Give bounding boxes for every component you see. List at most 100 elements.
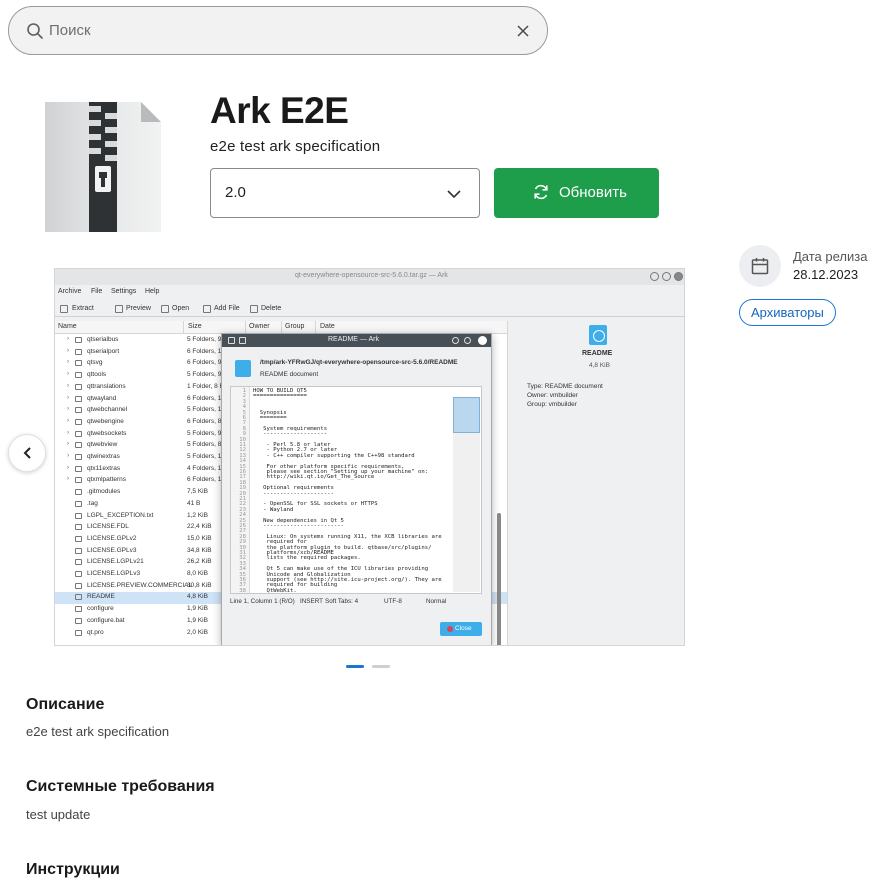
toolbar-add-file: Add File	[214, 305, 240, 312]
row-size: 30,8 KiB	[187, 581, 212, 589]
screenshot-slide: qt-everywhere-opensource-src-5.6.0.tar.g…	[54, 268, 685, 646]
folder-icon	[75, 337, 82, 343]
row-name: .tag	[87, 499, 98, 507]
file-icon	[75, 582, 82, 589]
details-name: README	[582, 350, 613, 357]
menu-archive: Archive	[58, 288, 82, 295]
minimize-icon	[452, 337, 459, 344]
row-name: qtwinextras	[87, 453, 120, 460]
info-icon	[235, 360, 251, 377]
row-name: qttools	[87, 371, 107, 379]
readme-line: ========	[253, 415, 287, 421]
row-size: 4 Folders, 10	[187, 464, 225, 472]
folder-icon	[75, 442, 82, 449]
folder-icon	[75, 360, 82, 367]
file-icon	[75, 594, 82, 601]
row-name: qtwebchannel	[87, 406, 128, 414]
column-group: Group	[285, 323, 305, 330]
row-size: 5 Folders, 11	[187, 406, 225, 414]
carousel-prev-button[interactable]	[8, 434, 46, 472]
search-bar[interactable]: Поиск	[8, 6, 548, 55]
file-icon	[75, 535, 82, 542]
row-size: 7,5 KiB	[187, 488, 208, 496]
row-name: LICENSE.LGPLv3	[87, 570, 141, 577]
row-name: qtsvg	[87, 359, 103, 367]
chevron-right-icon: ›	[67, 393, 70, 401]
chevron-right-icon: ›	[67, 405, 70, 413]
calendar-icon	[751, 258, 769, 275]
row-size: 15,0 KiB	[187, 534, 212, 542]
maximize-icon	[662, 272, 671, 281]
file-icon	[75, 489, 82, 496]
readme-line: lists the required packages.	[253, 555, 361, 562]
row-size: 2,0 KiB	[187, 628, 208, 636]
update-button[interactable]: Обновить	[494, 168, 659, 218]
row-size: 5 Folders, 9	[187, 371, 222, 379]
readme-line: http://wiki.qt.io/Get_The_Source	[253, 474, 375, 481]
refresh-icon	[534, 184, 548, 200]
info-icon	[589, 325, 607, 345]
row-size: 26,2 KiB	[187, 558, 212, 566]
update-button-label: Обновить	[559, 184, 627, 201]
row-size: 22,4 KiB	[187, 523, 212, 531]
toolbar: Extract Preview Open Add File Delete	[55, 300, 684, 317]
maximize-icon	[464, 337, 471, 344]
carousel-dot-2[interactable]	[372, 665, 390, 668]
chevron-right-icon: ›	[67, 381, 70, 389]
readme-dialog: README — Ark /tmp/ark-YFRwGJ/qt-everywhe…	[221, 333, 492, 645]
close-icon[interactable]	[515, 23, 531, 39]
version-select[interactable]: 2.0	[210, 168, 480, 218]
row-name: LICENSE.FDL	[87, 523, 129, 531]
details-owner: Owner: vmbuilder	[527, 392, 578, 399]
release-date-badge	[739, 245, 781, 287]
requirements-text: test update	[26, 807, 91, 822]
row-size: 34,8 KiB	[187, 546, 212, 554]
row-name: configure	[87, 605, 114, 613]
readme-line: - Wayland	[253, 506, 294, 513]
extract-icon	[60, 305, 68, 313]
toolbar-delete: Delete	[261, 305, 282, 312]
dialog-menu-icon	[228, 337, 235, 344]
row-name: qtserialbus	[87, 336, 119, 343]
readme-text-view: 1 HOW TO BUILD QT5 2 ================ 3 4 5 Sy…	[230, 386, 482, 594]
chevron-right-icon: ›	[67, 358, 70, 366]
file-icon	[75, 500, 82, 507]
file-list-scrollbar	[497, 513, 501, 645]
readme-line: ---------------------	[253, 490, 334, 497]
column-owner: Owner	[249, 323, 270, 330]
chevron-right-icon: ›	[67, 475, 70, 483]
window-titlebar: qt-everywhere-opensource-src-5.6.0.tar.g…	[55, 269, 684, 285]
folder-icon	[75, 454, 82, 460]
chevron-right-icon: ›	[67, 452, 70, 459]
file-icon	[75, 512, 82, 519]
row-size: 6 Folders, 10	[187, 347, 225, 355]
row-name: qttranslations	[87, 382, 126, 390]
row-name: configure.bat	[87, 616, 125, 624]
open-icon	[161, 305, 169, 313]
search-input[interactable]: Поиск	[49, 22, 91, 39]
readme-line: -------------------	[253, 431, 328, 438]
category-chip[interactable]: Архиваторы	[739, 299, 836, 326]
readme-line: ================	[253, 393, 307, 400]
chevron-right-icon: ›	[67, 346, 70, 354]
chevron-right-icon: ›	[67, 335, 70, 342]
app-title: Ark E2E	[210, 90, 349, 131]
column-name: Name	[58, 323, 77, 330]
row-size: 6 Folders, 9	[187, 359, 222, 367]
menu-help: Help	[145, 288, 160, 295]
folder-icon	[75, 407, 82, 414]
row-size: 5 Folders, 9	[187, 429, 222, 437]
menu-settings: Settings	[111, 288, 137, 295]
release-date-label: Дата релиза	[793, 249, 868, 264]
row-size: 1,9 KiB	[187, 605, 208, 613]
chevron-right-icon: ›	[67, 440, 70, 448]
app-subtitle: e2e test ark specification	[210, 138, 381, 155]
dialog-close-button: Close	[440, 622, 482, 636]
carousel-dot-1[interactable]	[346, 665, 364, 668]
row-name: qt.pro	[87, 628, 104, 636]
folder-icon	[75, 477, 82, 484]
column-size: Size	[188, 323, 202, 330]
requirements-heading: Системные требования	[26, 778, 215, 795]
chevron-right-icon: ›	[67, 428, 70, 436]
row-size: 1,2 KiB	[187, 511, 208, 519]
